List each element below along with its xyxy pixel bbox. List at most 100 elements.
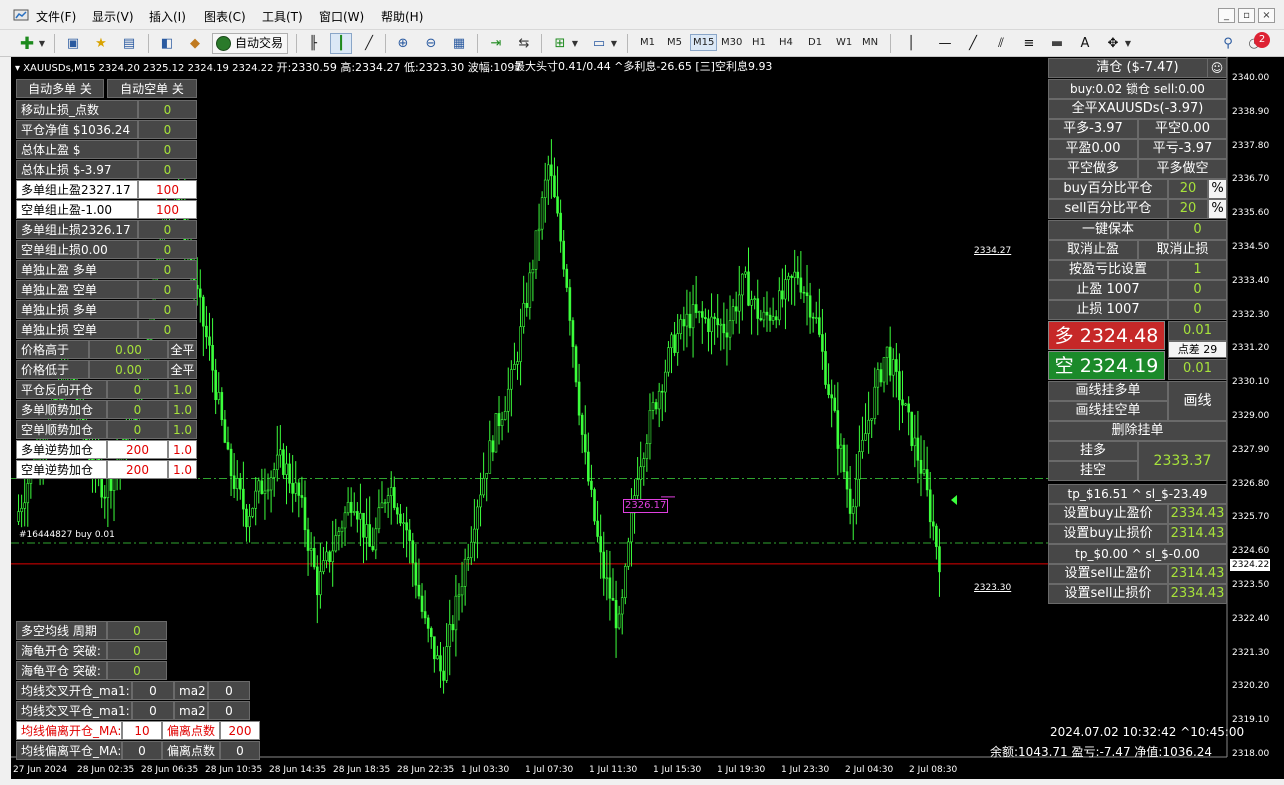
risk-reward-input[interactable]: 1 bbox=[1168, 260, 1227, 280]
search-icon[interactable]: ⚲ bbox=[1217, 33, 1239, 54]
dropdown-arrow-icon[interactable]: ▼ bbox=[36, 33, 48, 54]
close-short-open-long-button[interactable]: 平空做多 bbox=[1048, 159, 1138, 179]
draw-line-button[interactable]: 画线 bbox=[1168, 381, 1227, 421]
profiles-icon[interactable]: ▣ bbox=[62, 33, 84, 54]
channel-icon[interactable]: ⫽ bbox=[990, 33, 1012, 54]
left-row-input[interactable]: 0 bbox=[138, 220, 197, 239]
zoom-out-icon[interactable]: ⊖ bbox=[420, 33, 442, 54]
experts-icon[interactable]: ◆ bbox=[184, 33, 206, 54]
turtle-close-input[interactable]: 0 bbox=[107, 661, 167, 680]
delete-pending-orders-button[interactable]: 删除挂单 bbox=[1048, 421, 1227, 441]
left-row-input[interactable]: 0 bbox=[138, 120, 197, 139]
close-all-positions-button[interactable]: 清仓 ($-7.47) bbox=[1048, 58, 1227, 78]
set-sell-tp-button[interactable]: 设置sell止盈价 bbox=[1048, 564, 1168, 584]
timeframe-mn[interactable]: MN bbox=[860, 36, 880, 49]
sell-market-button[interactable]: 空 2324.19 bbox=[1048, 351, 1165, 380]
add-position-points-input[interactable]: 0 bbox=[107, 420, 168, 439]
pending-long-button[interactable]: 挂多 bbox=[1048, 441, 1138, 461]
chart-window[interactable]: ▾ XAUUSDs,M15 2324.20 2325.12 2324.19 23… bbox=[11, 57, 1284, 779]
close-profit-button[interactable]: 平盈0.00 bbox=[1048, 139, 1138, 159]
sell-percent-close-button[interactable]: sell百分比平仓 bbox=[1048, 199, 1168, 219]
buy-percent-close-button[interactable]: buy百分比平仓 bbox=[1048, 179, 1168, 199]
take-profit-points-input[interactable]: 0 bbox=[1168, 280, 1227, 300]
lock-position-button[interactable]: buy:0.02 锁仓 sell:0.00 bbox=[1048, 79, 1227, 99]
pending-short-button[interactable]: 挂空 bbox=[1048, 461, 1138, 481]
add-position-ratio-input[interactable]: 1.0 bbox=[168, 420, 197, 439]
timeframe-h1[interactable]: H1 bbox=[750, 36, 768, 49]
ma-cross-open-ma2-input[interactable]: 0 bbox=[208, 681, 250, 700]
set-sell-sl-button[interactable]: 设置sell止损价 bbox=[1048, 584, 1168, 604]
set-buy-tp-input[interactable]: 2334.43 bbox=[1168, 504, 1227, 524]
ma-deviation-close-ma-input[interactable]: 0 bbox=[122, 741, 162, 760]
sell-percent-input[interactable]: 20 bbox=[1168, 199, 1208, 219]
autoscroll-icon[interactable]: ⇥ bbox=[485, 33, 507, 54]
arrows-icon[interactable]: ✥ bbox=[1102, 33, 1124, 54]
arrows-dropdown-icon[interactable]: ▼ bbox=[1122, 33, 1134, 54]
add-position-ratio-input[interactable]: 1.0 bbox=[168, 400, 197, 419]
breakeven-button[interactable]: 一键保本 bbox=[1048, 220, 1168, 240]
menu-tools[interactable]: 工具(T) bbox=[262, 8, 303, 25]
indicators-dropdown-icon[interactable]: ▼ bbox=[569, 33, 581, 54]
price-above-close-all-button[interactable]: 全平 bbox=[168, 340, 197, 359]
add-position-points-input[interactable]: 200 bbox=[107, 440, 168, 459]
menu-insert[interactable]: 插入(I) bbox=[149, 8, 186, 25]
candlestick-icon[interactable]: ┃ bbox=[330, 33, 352, 54]
add-position-ratio-input[interactable]: 1.0 bbox=[168, 440, 197, 459]
history-icon[interactable]: ◧ bbox=[156, 33, 178, 54]
stop-loss-points-input[interactable]: 0 bbox=[1168, 300, 1227, 320]
fibonacci-icon[interactable]: ≡ bbox=[1018, 33, 1040, 54]
horizontal-line-icon[interactable]: — bbox=[934, 33, 956, 54]
smiley-icon[interactable]: ☺ bbox=[1207, 58, 1227, 78]
zoom-in-icon[interactable]: ⊕ bbox=[392, 33, 414, 54]
turtle-open-input[interactable]: 0 bbox=[107, 641, 167, 660]
chart-collapse-icon[interactable]: ▾ bbox=[15, 63, 23, 74]
ma-cross-close-ma2-input[interactable]: 0 bbox=[208, 701, 250, 720]
favorites-star-icon[interactable]: ★ bbox=[90, 33, 112, 54]
price-above-input[interactable]: 0.00 bbox=[89, 340, 168, 359]
close-short-button[interactable]: 平空0.00 bbox=[1138, 119, 1227, 139]
close-icon[interactable]: × bbox=[1258, 8, 1275, 23]
ma-deviation-open-points-input[interactable]: 200 bbox=[220, 721, 260, 740]
notification-badge[interactable]: 2 bbox=[1254, 32, 1270, 48]
menu-window[interactable]: 窗口(W) bbox=[319, 8, 364, 25]
new-order-plus-icon[interactable]: ✚ bbox=[16, 33, 38, 54]
set-buy-sl-button[interactable]: 设置buy止损价 bbox=[1048, 524, 1168, 544]
pending-order-price-label[interactable]: 2326.17 bbox=[623, 499, 669, 513]
left-row-input[interactable]: 100 bbox=[138, 180, 197, 199]
pending-price-input[interactable]: 2333.37 bbox=[1138, 441, 1227, 481]
risk-reward-setting-button[interactable]: 按盈亏比设置 bbox=[1048, 260, 1168, 280]
left-row-input[interactable]: 0 bbox=[138, 280, 197, 299]
templates-icon[interactable]: ▭ bbox=[588, 33, 610, 54]
close-long-open-short-button[interactable]: 平多做空 bbox=[1138, 159, 1227, 179]
menu-view[interactable]: 显示(V) bbox=[92, 8, 134, 25]
add-position-ratio-input[interactable]: 1.0 bbox=[168, 460, 197, 479]
cursor-icon[interactable]: │ bbox=[900, 33, 922, 54]
restore-icon[interactable]: ▫ bbox=[1238, 8, 1255, 23]
rectangle-icon[interactable]: ▬ bbox=[1046, 33, 1068, 54]
indicators-icon[interactable]: ⊞ bbox=[549, 33, 571, 54]
bar-chart-icon[interactable]: ╟ bbox=[302, 33, 324, 54]
left-row-input[interactable]: 0 bbox=[138, 320, 197, 339]
cancel-stop-loss-button[interactable]: 取消止损 bbox=[1138, 240, 1227, 260]
cancel-take-profit-button[interactable]: 取消止盈 bbox=[1048, 240, 1138, 260]
text-label-icon[interactable]: A bbox=[1074, 33, 1096, 54]
sell-lot-input[interactable]: 0.01 bbox=[1168, 359, 1227, 380]
tile-windows-icon[interactable]: ▦ bbox=[448, 33, 470, 54]
chart-shift-icon[interactable]: ⇆ bbox=[513, 33, 535, 54]
ma-deviation-open-ma-input[interactable]: 10 bbox=[122, 721, 162, 740]
timeframe-m30[interactable]: M30 bbox=[719, 36, 744, 49]
timeframe-w1[interactable]: W1 bbox=[834, 36, 854, 49]
trendline-icon[interactable]: ╱ bbox=[962, 33, 984, 54]
add-position-ratio-input[interactable]: 1.0 bbox=[168, 380, 197, 399]
set-sell-sl-input[interactable]: 2334.43 bbox=[1168, 584, 1227, 604]
auto-long-toggle-button[interactable]: 自动多单 关 bbox=[16, 79, 104, 98]
timeframe-m5[interactable]: M5 bbox=[665, 36, 684, 49]
set-buy-tp-button[interactable]: 设置buy止盈价 bbox=[1048, 504, 1168, 524]
set-sell-tp-input[interactable]: 2314.43 bbox=[1168, 564, 1227, 584]
left-row-input[interactable]: 0 bbox=[138, 100, 197, 119]
draw-buy-limit-button[interactable]: 画线挂多单 bbox=[1048, 381, 1168, 401]
minimize-icon[interactable]: _ bbox=[1218, 8, 1235, 23]
ma-deviation-close-points-input[interactable]: 0 bbox=[220, 741, 260, 760]
templates-dropdown-icon[interactable]: ▼ bbox=[608, 33, 620, 54]
left-row-input[interactable]: 0 bbox=[138, 160, 197, 179]
